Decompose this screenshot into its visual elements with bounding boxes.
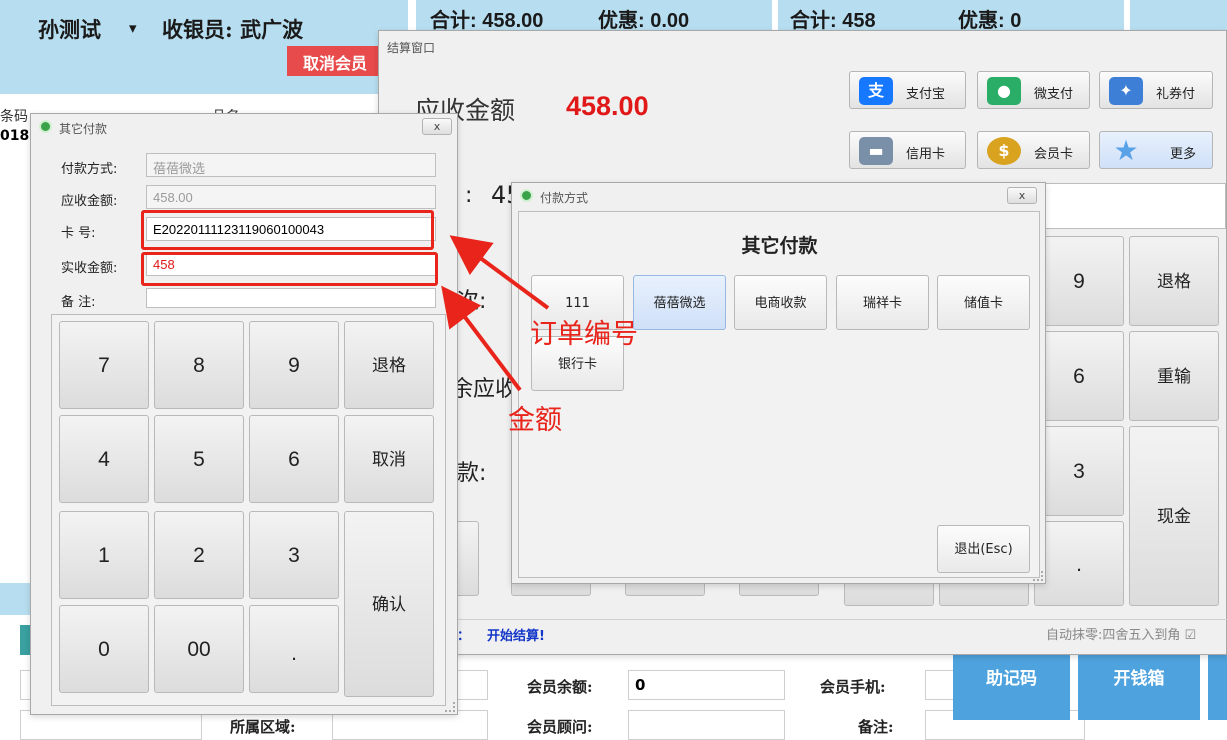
annotation-arrows — [441, 235, 550, 392]
amount-arrow — [441, 285, 522, 392]
amount-annotation: 金额 — [508, 405, 562, 436]
order-number-arrow — [449, 235, 550, 310]
order-number-annotation: 订单编号 — [530, 319, 638, 350]
